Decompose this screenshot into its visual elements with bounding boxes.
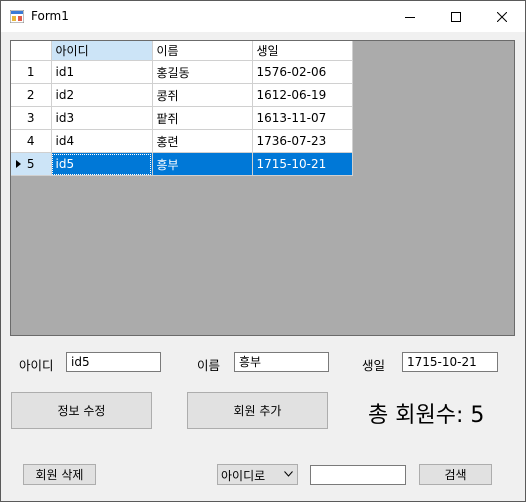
- column-header-birth[interactable]: 생일: [252, 41, 353, 61]
- cell-name[interactable]: 팥쥐: [152, 106, 253, 130]
- birth-label: 생일: [362, 358, 386, 373]
- row-header[interactable]: 3: [11, 106, 52, 130]
- add-member-button[interactable]: 회원 추가: [187, 392, 328, 429]
- row-header[interactable]: 4: [11, 129, 52, 153]
- table-row[interactable]: 4 id4 홍련 1736-07-23: [11, 129, 353, 153]
- cell-id[interactable]: id2: [51, 83, 153, 107]
- cell-id[interactable]: id4: [51, 129, 153, 153]
- window-title: Form1: [31, 9, 69, 23]
- search-button[interactable]: 검색: [419, 464, 492, 485]
- maximize-icon: [451, 11, 461, 22]
- column-header-name[interactable]: 이름: [152, 41, 253, 61]
- form1-window: Form1 아이디 이름 생일 1 id1 홍길동 1576-02-06 2 i…: [0, 0, 526, 502]
- cell-birth[interactable]: 1715-10-21: [252, 152, 353, 176]
- close-button[interactable]: [479, 1, 525, 32]
- maximize-button[interactable]: [433, 1, 479, 32]
- cell-birth[interactable]: 1612-06-19: [252, 83, 353, 107]
- name-label: 이름: [197, 358, 221, 373]
- minimize-button[interactable]: [387, 1, 433, 32]
- close-icon: [497, 11, 507, 22]
- cell-id[interactable]: id3: [51, 106, 153, 130]
- minimize-icon: [405, 16, 415, 18]
- id-label: 아이디: [19, 358, 54, 373]
- search-mode-select[interactable]: 아이디로: [217, 464, 298, 485]
- row-number: 5: [26, 157, 35, 171]
- table-row-selected[interactable]: 5 id5 흥부 1715-10-21: [11, 152, 353, 176]
- cell-name[interactable]: 콩쥐: [152, 83, 253, 107]
- search-mode-value: 아이디로: [221, 469, 266, 483]
- title-bar[interactable]: Form1: [1, 1, 525, 32]
- total-members-text: 총 회원수: 5: [368, 403, 485, 428]
- chevron-down-icon: [284, 471, 293, 477]
- table-row[interactable]: 1 id1 홍길동 1576-02-06: [11, 60, 353, 84]
- current-row-arrow-icon: [16, 160, 21, 168]
- grid-corner-header[interactable]: [11, 41, 52, 61]
- cell-id[interactable]: id1: [51, 60, 153, 84]
- birth-input[interactable]: 1715-10-21: [402, 352, 498, 372]
- edit-info-button[interactable]: 정보 수정: [11, 392, 152, 429]
- table-row[interactable]: 2 id2 콩쥐 1612-06-19: [11, 83, 353, 107]
- row-header[interactable]: 5: [11, 152, 52, 176]
- member-grid[interactable]: 아이디 이름 생일 1 id1 홍길동 1576-02-06 2 id2 콩쥐 …: [10, 40, 515, 336]
- cell-id[interactable]: id5: [51, 152, 153, 176]
- row-header[interactable]: 2: [11, 83, 52, 107]
- delete-member-button[interactable]: 회원 삭제: [23, 464, 96, 485]
- cell-birth[interactable]: 1736-07-23: [252, 129, 353, 153]
- cell-name[interactable]: 홍련: [152, 129, 253, 153]
- table-row[interactable]: 3 id3 팥쥐 1613-11-07: [11, 106, 353, 130]
- cell-birth[interactable]: 1613-11-07: [252, 106, 353, 130]
- app-icon: [9, 9, 25, 24]
- id-input[interactable]: id5: [66, 352, 161, 372]
- column-header-id[interactable]: 아이디: [51, 41, 153, 61]
- name-input[interactable]: 흥부: [234, 352, 329, 372]
- cell-birth[interactable]: 1576-02-06: [252, 60, 353, 84]
- cell-name[interactable]: 흥부: [152, 152, 253, 176]
- row-header[interactable]: 1: [11, 60, 52, 84]
- cell-name[interactable]: 홍길동: [152, 60, 253, 84]
- search-input[interactable]: [310, 465, 406, 485]
